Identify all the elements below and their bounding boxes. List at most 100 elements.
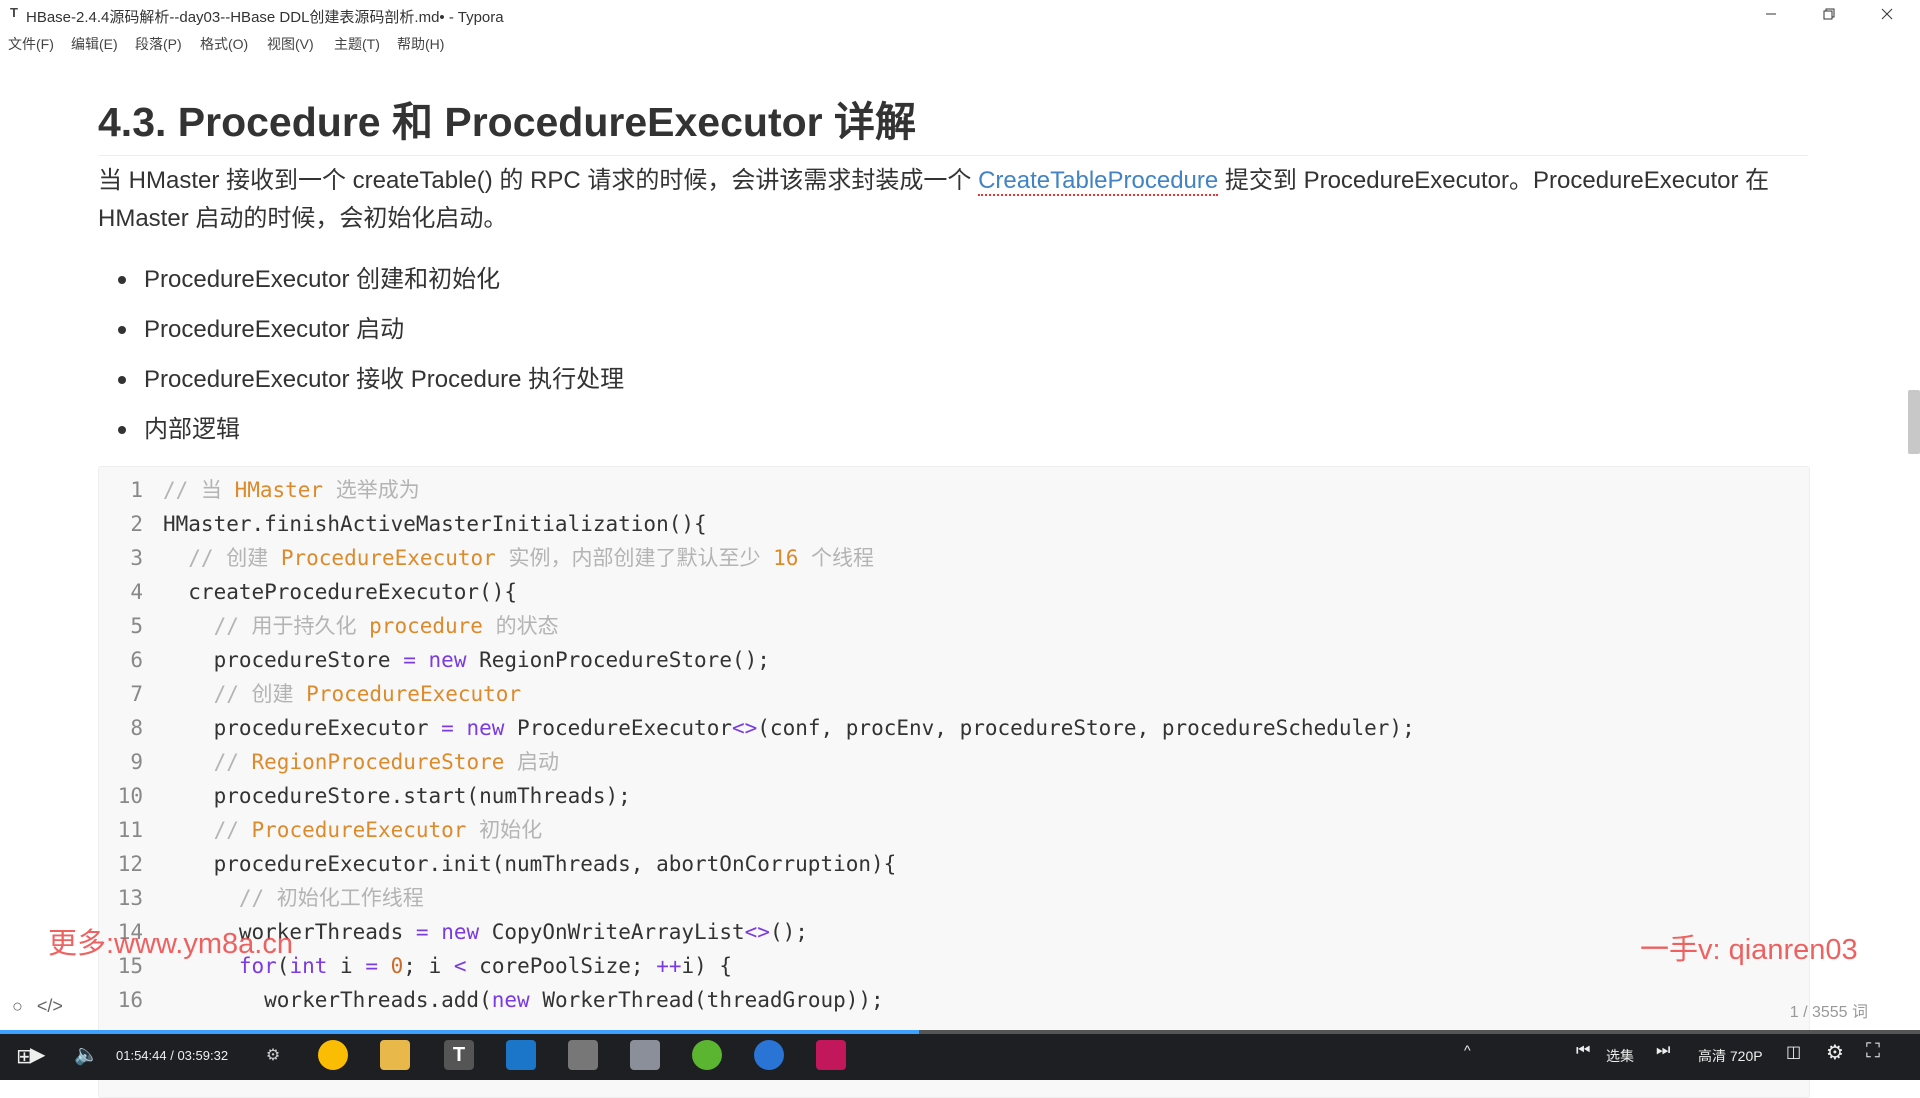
line-number: 16: [117, 988, 143, 1012]
menu-format[interactable]: 格式(O): [200, 34, 248, 54]
code-token: =: [365, 954, 378, 978]
code-token: procedure: [369, 614, 483, 638]
create-table-procedure-link[interactable]: CreateTableProcedure: [978, 167, 1219, 196]
app-icon-green[interactable]: [692, 1040, 722, 1070]
code-token: ; i: [403, 954, 454, 978]
code-token: 实例，内部创建了默认至少: [495, 546, 774, 570]
line-number: 12: [117, 852, 143, 876]
line-number: 7: [130, 682, 143, 706]
code-token: ();: [769, 920, 808, 944]
code-token: =: [415, 920, 429, 944]
search-icon[interactable]: ⚙: [258, 1040, 288, 1070]
outline-toggle-icon[interactable]: ○: [12, 996, 23, 1017]
menu-theme[interactable]: 主题(T): [334, 34, 380, 54]
source-code-toggle-icon[interactable]: </>: [37, 996, 63, 1017]
menu-file[interactable]: 文件(F): [8, 34, 54, 54]
playback-time: 01:54:44 / 03:59:32: [116, 1048, 229, 1063]
code-lines: 1 // 当 HMaster 选举成为 2 HMaster.finishActiveM…: [99, 473, 1415, 1017]
code-line: 7 // 创建 ProcedureExecutor: [99, 677, 1415, 711]
line-number: 4: [130, 580, 143, 604]
code-token: ProcedureExecutor: [306, 682, 522, 706]
code-token: 选举成为: [323, 478, 420, 502]
app-icon-blue-2[interactable]: [754, 1040, 784, 1070]
menu-edit[interactable]: 编辑(E): [71, 34, 118, 54]
menu-paragraph[interactable]: 段落(P): [135, 34, 182, 54]
list-item: ProcedureExecutor 启动: [118, 305, 624, 355]
code-token: HMaster: [234, 478, 324, 502]
code-token: // 创建: [163, 546, 281, 570]
code-token: i: [327, 954, 366, 978]
code-token: //: [163, 818, 252, 842]
code-token: RegionProcedureStore();: [466, 648, 770, 672]
code-token: (conf, procEnv, procedureStore, procedur…: [757, 716, 1415, 740]
app-icon-grey[interactable]: [568, 1040, 598, 1070]
code-token: WorkerThread(threadGroup));: [529, 988, 884, 1012]
intro-paragraph: 当 HMaster 接收到一个 createTable() 的 RPC 请求的时…: [98, 162, 1808, 238]
code-line: 1 // 当 HMaster 选举成为: [99, 473, 1415, 507]
chevron-up-icon[interactable]: ^: [1464, 1042, 1471, 1058]
episodes-button[interactable]: 选集: [1606, 1046, 1634, 1066]
settings-icon[interactable]: ⚙: [1826, 1040, 1844, 1065]
app-icon-blue[interactable]: [506, 1040, 536, 1070]
screenshot-icon[interactable]: ◫: [1786, 1042, 1801, 1062]
progress-track[interactable]: [0, 1030, 1920, 1034]
code-token: workerThreads.add(: [163, 988, 492, 1012]
word-count[interactable]: 1 / 3555 词: [1790, 998, 1868, 1022]
chrome-icon[interactable]: [318, 1040, 348, 1070]
code-token: corePoolSize;: [466, 954, 657, 978]
line-number: 11: [117, 818, 143, 842]
code-token: new: [491, 988, 530, 1012]
code-line: 15 for(int i = 0; i < corePoolSize; ++i)…: [99, 949, 1415, 983]
video-player-bar: ⊞ ▶ 🔈 01:54:44 / 03:59:32 ⚙ T ^ ⏮ 选集 ⏭ 高…: [0, 1030, 1920, 1080]
code-token: // 当: [163, 478, 235, 502]
list-item: ProcedureExecutor 创建和初始化: [118, 255, 624, 305]
line-number: 6: [130, 648, 143, 672]
folder-icon[interactable]: [380, 1040, 410, 1070]
next-icon[interactable]: ⏭: [1656, 1042, 1670, 1060]
restore-button[interactable]: [1800, 0, 1858, 28]
close-icon: [1881, 8, 1893, 20]
code-line: 4 createProcedureExecutor(){: [99, 575, 1415, 609]
code-token: <>: [731, 716, 758, 740]
code-token: 0: [390, 954, 404, 978]
code-token: <: [453, 954, 467, 978]
scrollbar-thumb[interactable]: [1908, 390, 1920, 454]
code-token: 初始化: [466, 818, 543, 842]
close-button[interactable]: [1858, 0, 1916, 28]
line-number: 10: [117, 784, 143, 808]
progress-fill: [0, 1030, 920, 1034]
minimize-icon: [1766, 13, 1776, 15]
code-block[interactable]: 1 // 当 HMaster 选举成为 2 HMaster.finishActiveM…: [98, 466, 1810, 1098]
list-item: 内部逻辑: [118, 405, 624, 455]
previous-icon[interactable]: ⏮: [1576, 1042, 1590, 1060]
app-icon-doc[interactable]: [630, 1040, 660, 1070]
line-number: 9: [130, 750, 143, 774]
code-token: procedureStore.start(numThreads);: [163, 784, 631, 808]
menu-view[interactable]: 视图(V): [267, 34, 314, 54]
typora-icon[interactable]: T: [444, 1040, 474, 1070]
code-line: 6 procedureStore = new RegionProcedureSt…: [99, 643, 1415, 677]
code-token: <>: [744, 920, 770, 944]
list-item: ProcedureExecutor 接收 Procedure 执行处理: [118, 355, 624, 405]
minimize-button[interactable]: [1742, 0, 1800, 28]
code-token: =: [403, 648, 416, 672]
fullscreen-icon[interactable]: ⛶: [1866, 1040, 1880, 1063]
quality-button[interactable]: 高清 720P: [1698, 1046, 1763, 1066]
bullet-list: ProcedureExecutor 创建和初始化 ProcedureExecut…: [118, 255, 624, 455]
code-line: 3 // 创建 ProcedureExecutor 实例，内部创建了默认至少 1…: [99, 541, 1415, 575]
code-line: 5 // 用于持久化 procedure 的状态: [99, 609, 1415, 643]
code-token: createProcedureExecutor(){: [163, 580, 518, 604]
menu-help[interactable]: 帮助(H): [397, 34, 444, 54]
code-token: // 创建: [163, 682, 307, 706]
intellij-icon[interactable]: [816, 1040, 846, 1070]
volume-icon[interactable]: 🔈: [74, 1042, 99, 1067]
play-icon[interactable]: ▶: [30, 1042, 45, 1067]
code-token: new: [466, 716, 505, 740]
code-token: CopyOnWriteArrayList: [479, 920, 745, 944]
code-token: 16: [773, 546, 799, 570]
code-token: new: [428, 648, 467, 672]
code-line: 16 workerThreads.add(new WorkerThread(th…: [99, 983, 1415, 1017]
line-number: 8: [130, 716, 143, 740]
